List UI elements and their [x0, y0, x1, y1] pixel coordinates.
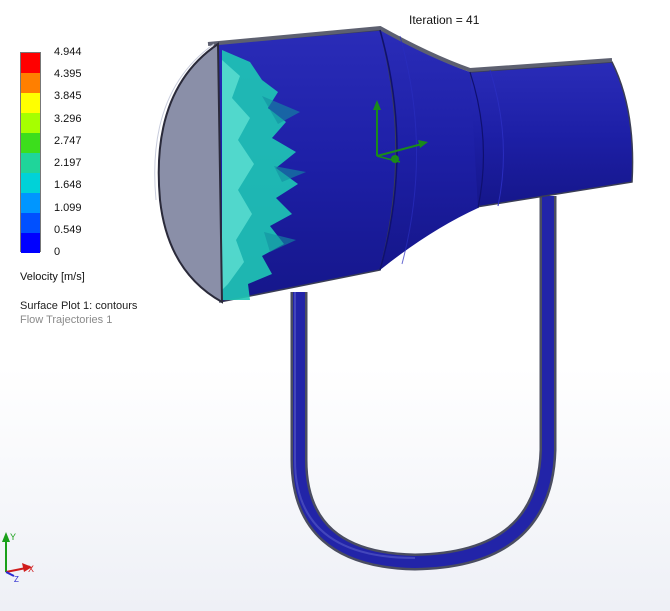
triad-z-label: Z	[14, 575, 19, 584]
triad-x-label: X	[28, 564, 34, 574]
axis-triad: Y X Z	[2, 532, 34, 584]
inlet-face[interactable]	[154, 42, 224, 304]
model-viewport[interactable]	[0, 0, 670, 611]
triad-y-label: Y	[10, 532, 16, 542]
